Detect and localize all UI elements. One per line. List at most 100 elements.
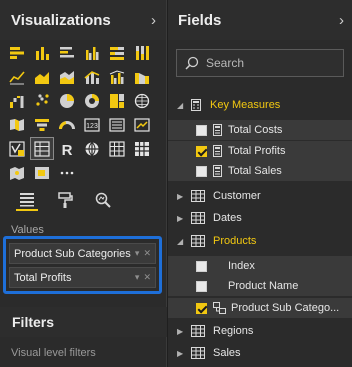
visual-tools-tabs <box>8 186 158 214</box>
collapsed-caret-icon[interactable]: ▶ <box>177 214 187 223</box>
globe-icon[interactable] <box>81 138 103 159</box>
format-paint-roller-icon[interactable] <box>54 189 76 211</box>
dropdown-chevron-icon[interactable]: ▾ <box>135 248 140 259</box>
field-row-dates[interactable]: ▶ Dates <box>168 208 352 228</box>
field-checkbox[interactable] <box>196 260 207 272</box>
field-label: Key Measures <box>210 99 281 111</box>
clustered-bar-icon[interactable] <box>56 42 78 63</box>
field-row-total-sales[interactable]: Total Sales <box>168 161 352 181</box>
expanded-caret-icon[interactable]: ◢ <box>177 237 187 246</box>
well-field-label: Product Sub Categories <box>14 247 131 260</box>
filled-map-icon[interactable] <box>6 114 28 135</box>
svg-text:R: R <box>62 142 73 157</box>
field-row-key-measures[interactable]: ◢ Key Measures <box>168 95 352 115</box>
donut-icon[interactable] <box>81 90 103 111</box>
search-placeholder: Search <box>206 56 245 70</box>
field-row-regions[interactable]: ▶ Regions <box>168 321 352 341</box>
ribbon-chart-icon[interactable] <box>131 66 153 87</box>
field-row-sales[interactable]: ▶ Sales <box>168 343 352 363</box>
dropdown-chevron-icon[interactable]: ▾ <box>135 272 140 283</box>
field-label: Sales <box>213 347 241 359</box>
multirow-card-icon[interactable] <box>106 114 128 135</box>
line-clustered-column-icon[interactable] <box>106 66 128 87</box>
table-icon <box>191 235 205 247</box>
100-column-icon[interactable] <box>131 42 153 63</box>
scatter-icon[interactable] <box>31 90 53 111</box>
r-visual-icon[interactable]: R <box>56 138 78 159</box>
field-checkbox[interactable] <box>196 145 207 157</box>
waterfall-icon[interactable] <box>6 90 28 111</box>
treemap-icon[interactable] <box>106 90 128 111</box>
table-icon[interactable] <box>30 137 54 160</box>
collapse-fields-chevron-icon[interactable]: › <box>339 12 344 29</box>
card-icon[interactable]: 123 <box>81 114 103 135</box>
stacked-bar-icon[interactable] <box>6 42 28 63</box>
values-field-product-sub-categories[interactable]: Product Sub Categories ▾ ✕ <box>9 243 156 264</box>
arcgis-icon[interactable] <box>6 162 28 183</box>
collapse-visualizations-chevron-icon[interactable]: › <box>151 12 156 29</box>
field-row-product-sub-catego[interactable]: Product Sub Catego... <box>168 298 352 318</box>
field-label: Dates <box>213 212 242 224</box>
field-row-index[interactable]: Index <box>168 256 352 276</box>
field-row-total-profits[interactable]: Total Profits <box>168 141 352 161</box>
fields-header: Fields › <box>168 0 352 40</box>
field-checkbox[interactable] <box>196 280 207 292</box>
values-well: Product Sub Categories ▾ ✕ Total Profits… <box>3 236 162 294</box>
visualizations-header: Visualizations › <box>0 0 166 40</box>
gauge-icon[interactable] <box>56 114 78 135</box>
field-label: Total Sales <box>228 165 282 177</box>
matrix-icon[interactable] <box>106 138 128 159</box>
search-icon <box>185 56 199 70</box>
field-row-product-name[interactable]: Product Name <box>168 276 352 296</box>
filters-title: Filters <box>0 307 167 337</box>
visualizations-pane: Visualizations › 123 R Values Product Sub… <box>0 0 167 367</box>
field-checkbox[interactable] <box>196 302 207 314</box>
field-row-total-costs[interactable]: Total Costs <box>168 120 352 140</box>
map-icon[interactable] <box>131 90 153 111</box>
pie-icon[interactable] <box>56 90 78 111</box>
line-column-icon[interactable] <box>81 66 103 87</box>
fields-pane: Fields › Search ◢ Key Measures Total Costs… <box>168 0 352 367</box>
collapsed-caret-icon[interactable]: ▶ <box>177 192 187 201</box>
field-label: Total Profits <box>228 145 286 157</box>
collapsed-caret-icon[interactable]: ▶ <box>177 327 187 336</box>
visual-level-filters-label: Visual level filters <box>11 347 96 359</box>
values-field-total-profits[interactable]: Total Profits ▾ ✕ <box>9 267 156 288</box>
100-bar-icon[interactable] <box>106 42 128 63</box>
collapsed-caret-icon[interactable]: ▶ <box>177 349 187 358</box>
expanded-caret-icon[interactable]: ◢ <box>177 101 187 110</box>
values-label: Values <box>11 224 44 236</box>
field-label: Product Sub Catego... <box>231 302 340 314</box>
field-label: Customer <box>213 190 261 202</box>
funnel-icon[interactable] <box>31 114 53 135</box>
field-checkbox[interactable] <box>196 124 207 136</box>
field-label: Regions <box>213 325 254 337</box>
kpi-icon[interactable] <box>131 114 153 135</box>
table-icon <box>191 347 205 359</box>
slicer-icon[interactable] <box>6 138 28 159</box>
remove-field-close-icon[interactable]: ✕ <box>143 248 151 259</box>
custom-visual-icon[interactable] <box>131 138 153 159</box>
line-chart-icon[interactable] <box>6 66 28 87</box>
stacked-area-icon[interactable] <box>56 66 78 87</box>
field-row-products[interactable]: ◢ Products <box>168 231 352 251</box>
fields-search-input[interactable]: Search <box>176 49 344 77</box>
clustered-column-icon[interactable] <box>81 42 103 63</box>
power-bi-panes: Visualizations › 123 R Values Product Sub… <box>0 0 352 367</box>
fields-well-tab-icon[interactable] <box>16 189 38 211</box>
visualizations-title: Visualizations <box>11 11 111 29</box>
remove-field-close-icon[interactable]: ✕ <box>143 272 151 283</box>
area-chart-icon[interactable] <box>31 66 53 87</box>
fields-title: Fields <box>178 11 222 29</box>
field-label: Product Name <box>228 280 299 292</box>
stacked-column-icon[interactable] <box>31 42 53 63</box>
hierarchy-icon <box>213 302 226 314</box>
shape-map-icon[interactable] <box>31 162 53 183</box>
calculator-icon <box>213 124 222 136</box>
analytics-magnifier-icon[interactable] <box>92 189 114 211</box>
more-icon[interactable] <box>56 162 78 183</box>
field-label: Products <box>213 235 257 247</box>
calculator-icon <box>213 165 222 177</box>
field-row-customer[interactable]: ▶ Customer <box>168 186 352 206</box>
field-checkbox[interactable] <box>196 165 207 177</box>
